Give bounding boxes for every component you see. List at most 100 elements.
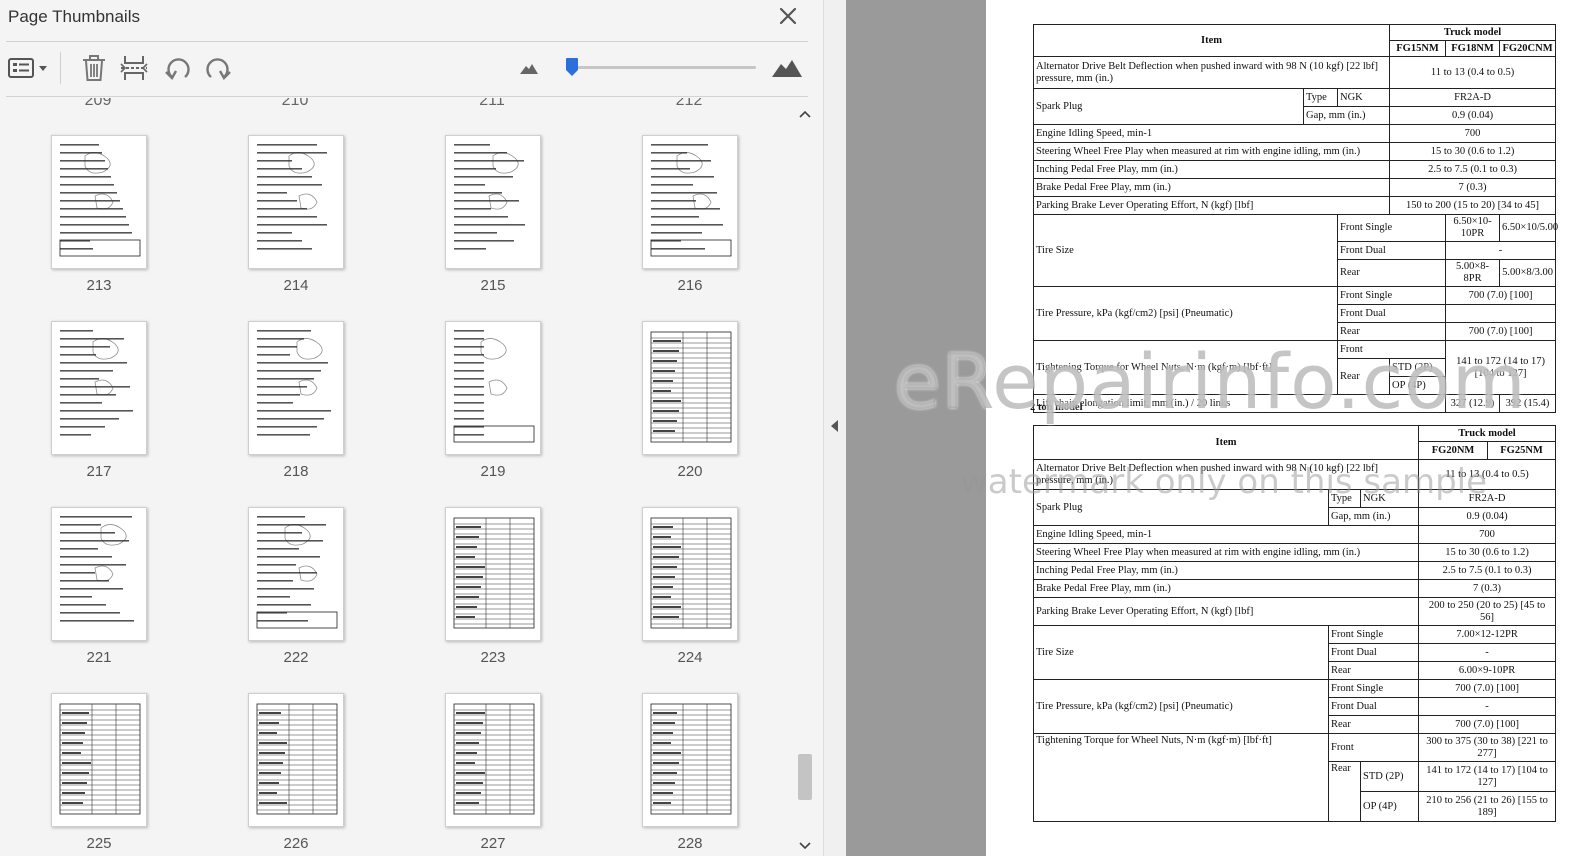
row-label: Inching Pedal Free Play, mm (in.) bbox=[1032, 561, 1420, 580]
zoom-out-button[interactable] bbox=[518, 52, 540, 84]
scrollbar-thumb[interactable] bbox=[798, 754, 812, 800]
page-number-label: 222 bbox=[283, 649, 309, 666]
toolbar-separator bbox=[60, 52, 61, 84]
sub-label: Front bbox=[1336, 340, 1447, 359]
model-col: FG20NM bbox=[1418, 441, 1489, 460]
row-label: Alternator Drive Belt Deflection when pu… bbox=[1032, 459, 1420, 490]
row-value: FR2A-D bbox=[1418, 489, 1557, 508]
sub-label: Type bbox=[1328, 489, 1361, 508]
zoom-in-button[interactable] bbox=[770, 52, 804, 84]
sub-label: Front Single bbox=[1327, 679, 1420, 698]
row-label: Brake Pedal Free Play, mm (in.) bbox=[1032, 579, 1420, 598]
section-heading: 2 ton model bbox=[1030, 402, 1083, 413]
page-number-label: 213 bbox=[86, 277, 112, 294]
delete-page-button[interactable] bbox=[78, 52, 110, 84]
page-thumbnail-image bbox=[248, 135, 344, 269]
row-label: Lift chain elongation limit, mm (in.) / … bbox=[1032, 394, 1447, 413]
options-menu-button[interactable] bbox=[6, 52, 50, 84]
row-value: 11 to 13 (0.4 to 0.5) bbox=[1418, 459, 1557, 490]
row-value: 7 (0.3) bbox=[1389, 178, 1557, 197]
thumbnail-size-slider[interactable] bbox=[568, 66, 756, 69]
row-value: 700 (7.0) [100] bbox=[1418, 679, 1557, 698]
document-page: Item Truck model FG15NM FG18NM FG20CNM A… bbox=[986, 0, 1576, 856]
page-thumbnail-image bbox=[642, 507, 738, 641]
header-truck-model: Truck model bbox=[1389, 24, 1557, 41]
page-thumbnail-image bbox=[51, 693, 147, 827]
page-thumbnail-image bbox=[51, 135, 147, 269]
sub-label: Front bbox=[1327, 733, 1420, 762]
scroll-up-icon[interactable] bbox=[799, 108, 811, 120]
page-thumbnail-image bbox=[642, 693, 738, 827]
header-item: Item bbox=[1032, 425, 1420, 460]
row-value: 700 (7.0) [100] bbox=[1445, 286, 1557, 305]
slider-handle[interactable] bbox=[566, 58, 578, 76]
pdf-viewer-window: Page Thumbnails 209 210 211 212 213 214 … bbox=[0, 0, 1576, 856]
page-number-label: 215 bbox=[480, 277, 506, 294]
sub-label: Front Dual bbox=[1336, 304, 1447, 323]
page-number-partial: 211 bbox=[479, 98, 505, 109]
row-value: 0.9 (0.04) bbox=[1418, 507, 1557, 526]
row-value: 2.5 to 7.5 (0.1 to 0.3) bbox=[1389, 160, 1557, 179]
sub-label: NGK bbox=[1359, 489, 1420, 508]
row-value: 210 to 256 (21 to 26) [155 to 189] bbox=[1418, 791, 1557, 822]
sub-label: STD (2P) bbox=[1359, 761, 1420, 792]
rotate-right-button[interactable] bbox=[202, 52, 234, 84]
page-number-label: 227 bbox=[480, 835, 506, 852]
sub-label: OP (4P) bbox=[1389, 376, 1447, 395]
page-number-partial: 212 bbox=[675, 98, 703, 109]
close-icon[interactable] bbox=[776, 4, 800, 28]
page-thumbnail-image bbox=[445, 135, 541, 269]
row-label: Spark Plug bbox=[1033, 88, 1304, 125]
row-value: FR2A-D bbox=[1389, 88, 1557, 107]
insert-page-button[interactable] bbox=[118, 52, 150, 84]
row-value: - bbox=[1418, 643, 1557, 662]
insert-pages-icon bbox=[120, 56, 148, 80]
row-value: 5.00×8/3.00 bbox=[1499, 259, 1557, 287]
page-thumbnail-image bbox=[445, 507, 541, 641]
spec-table-2: Item Truck model FG20NM FG25NM Alternato… bbox=[1032, 425, 1557, 822]
row-label: Alternator Drive Belt Deflection when pu… bbox=[1032, 56, 1391, 89]
scroll-down-icon[interactable] bbox=[799, 838, 811, 850]
page-thumbnail-image bbox=[51, 321, 147, 455]
row-label: Tire Pressure, kPa (kgf/cm2) [psi] (Pneu… bbox=[1033, 286, 1338, 341]
page-thumbnail-image bbox=[248, 693, 344, 827]
row-value: 700 bbox=[1418, 525, 1557, 544]
row-value: 392 (15.4) bbox=[1499, 394, 1557, 413]
row-value: 700 (7.0) [100] bbox=[1445, 322, 1557, 341]
sub-label: Rear bbox=[1327, 661, 1420, 680]
thumbnail-scrollbar[interactable] bbox=[795, 104, 815, 856]
sub-label: Rear bbox=[1336, 322, 1447, 341]
row-value: 5.00×8-8PR bbox=[1445, 259, 1501, 287]
row-label: Spark Plug bbox=[1033, 489, 1329, 526]
row-label: Engine Idling Speed, min-1 bbox=[1032, 124, 1391, 143]
row-value: 7 (0.3) bbox=[1418, 579, 1557, 598]
row-value: 7.00×12-12PR bbox=[1418, 625, 1557, 644]
document-background bbox=[846, 0, 986, 856]
sub-label: Front Dual bbox=[1327, 697, 1420, 716]
rotate-left-button[interactable] bbox=[162, 52, 194, 84]
page-number-label: 217 bbox=[86, 463, 112, 480]
triangle-left-icon[interactable] bbox=[828, 418, 842, 434]
page-thumbnail-image bbox=[445, 693, 541, 827]
page-thumbnail-image bbox=[642, 321, 738, 455]
page-thumbnail-image bbox=[445, 321, 541, 455]
page-thumbnail-image bbox=[248, 507, 344, 641]
row-label: Tire Size bbox=[1033, 214, 1338, 287]
sub-label: Front Single bbox=[1327, 625, 1420, 644]
list-options-icon bbox=[8, 58, 47, 78]
row-label: Parking Brake Lever Operating Effort, N … bbox=[1032, 196, 1391, 215]
sub-label: Front Single bbox=[1336, 214, 1447, 242]
sub-label: NGK bbox=[1336, 88, 1391, 107]
toolbar-divider bbox=[6, 96, 808, 97]
sub-label: OP (4P) bbox=[1359, 791, 1420, 822]
sub-label: Rear bbox=[1327, 715, 1420, 734]
row-value: 200 to 250 (20 to 25) [45 to 56] bbox=[1418, 597, 1557, 626]
sub-label: Front Single bbox=[1336, 286, 1447, 305]
page-number-label: 214 bbox=[283, 277, 309, 294]
page-thumbnail-image bbox=[248, 321, 344, 455]
row-value: 700 bbox=[1389, 124, 1557, 143]
row-label: Steering Wheel Free Play when measured a… bbox=[1032, 543, 1420, 562]
header-item: Item bbox=[1032, 24, 1391, 57]
sub-label: Rear bbox=[1328, 761, 1361, 822]
row-value: 700 (7.0) [100] bbox=[1418, 715, 1557, 734]
